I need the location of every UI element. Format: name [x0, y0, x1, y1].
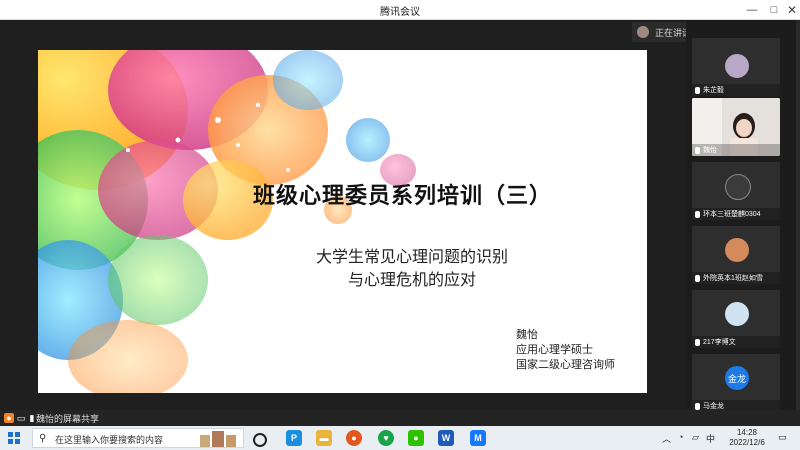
slide-subtitle-line1: 大学生常见心理问题的识别: [316, 249, 509, 266]
slide-author-block: 魏怡 应用心理学硕士 国家二级心理咨询师: [516, 328, 615, 373]
participant-name: 外院英本1班赵如雪: [703, 275, 763, 282]
slide-author-title1: 应用心理学硕士: [516, 344, 593, 356]
participant-avatar: 金龙: [725, 366, 749, 390]
participant-name: 217李博文: [703, 339, 736, 346]
screen-share-label: 魏怡的屏幕共享: [36, 414, 100, 424]
slide-author-name: 魏怡: [516, 329, 538, 341]
clock-date: 2022/12/6: [729, 438, 765, 447]
slide-subtitle-line2: 与心理危机的应对: [348, 272, 477, 289]
volume-icon[interactable]: ▱: [692, 432, 699, 443]
window-title: 腾讯会议: [380, 7, 420, 18]
mic-icon: [695, 338, 700, 346]
tencent-meeting-icon[interactable]: M: [470, 430, 486, 446]
chevron-up-icon[interactable]: ︿: [662, 432, 671, 445]
close-button[interactable]: ✕: [782, 0, 800, 20]
participant-tile[interactable]: 环本三班楚麒0304: [692, 162, 780, 220]
mic-icon: [695, 146, 700, 154]
mic-icon: [695, 274, 700, 282]
network-icon[interactable]: ◔: [678, 432, 683, 442]
participant-tile[interactable]: 外院英本1班赵如雪: [692, 226, 780, 284]
file-explorer-icon[interactable]: ▬: [316, 430, 332, 446]
participant-panel: 朱芷毅 魏怡 环本三班楚麒0304 外院英本1班赵如雪 217李博文 金龙 马金…: [686, 20, 800, 412]
wechat-icon[interactable]: ●: [408, 430, 424, 446]
participant-avatar: [725, 238, 749, 262]
participant-scrollbar[interactable]: [796, 20, 800, 410]
participant-avatar: [725, 174, 751, 200]
participant-avatar: [725, 302, 749, 326]
input-language[interactable]: 中: [706, 432, 715, 445]
mic-icon: [695, 210, 700, 218]
mic-icon: [695, 86, 700, 94]
participant-tile-video[interactable]: 魏怡: [692, 98, 780, 156]
task-view-icon[interactable]: [253, 433, 267, 447]
slide-title: 班级心理委员系列培训（三）: [253, 183, 553, 208]
presentation-slide: 班级心理委员系列培训（三） 大学生常见心理问题的识别 与心理危机的应对 魏怡 应…: [38, 50, 647, 393]
participant-tile[interactable]: 金龙 马金龙: [692, 354, 780, 412]
user-icon: ●: [4, 413, 14, 423]
notification-icon[interactable]: ▭: [778, 432, 787, 443]
mic-icon: [695, 402, 700, 410]
participant-name: 朱芷毅: [703, 87, 724, 94]
word-icon[interactable]: W: [438, 430, 454, 446]
window-titlebar: 腾讯会议 — □ ✕: [0, 0, 800, 20]
firefox-icon[interactable]: ●: [346, 430, 362, 446]
participant-name: 环本三班楚麒0304: [703, 211, 761, 218]
speaker-avatar: [637, 26, 649, 38]
start-button[interactable]: [8, 432, 20, 444]
slide-subtitle: 大学生常见心理问题的识别 与心理危机的应对: [316, 246, 508, 292]
taskbar-clock[interactable]: 14:28 2022/12/6: [722, 428, 772, 448]
search-placeholder: 在这里输入你要搜索的内容: [55, 435, 164, 445]
shield-app-icon[interactable]: ♥: [378, 430, 394, 446]
participant-name: 魏怡: [703, 147, 717, 154]
search-highlight-illustration: [200, 431, 236, 447]
search-icon: ⚲: [39, 433, 47, 444]
participant-avatar: [725, 54, 749, 78]
pinned-app-icon[interactable]: P: [286, 430, 302, 446]
slide-author-title2: 国家二级心理咨询师: [516, 359, 615, 371]
participant-tile[interactable]: 朱芷毅: [692, 38, 780, 96]
minimize-button[interactable]: —: [742, 0, 762, 20]
participant-tile[interactable]: 217李博文: [692, 290, 780, 348]
clock-time: 14:28: [736, 428, 758, 437]
screen-icon: ▭: [16, 412, 26, 423]
taskbar: ⚲ 在这里输入你要搜索的内容 P ▬ ● ♥ ● W M ︿ ◔ ▱ 中 14:…: [0, 426, 800, 450]
maximize-button[interactable]: □: [764, 0, 784, 20]
shared-screen-area: 班级心理委员系列培训（三） 大学生常见心理问题的识别 与心理危机的应对 魏怡 应…: [0, 20, 686, 410]
screen-share-bar: ● ▭ ▮ 魏怡的屏幕共享: [0, 410, 800, 426]
